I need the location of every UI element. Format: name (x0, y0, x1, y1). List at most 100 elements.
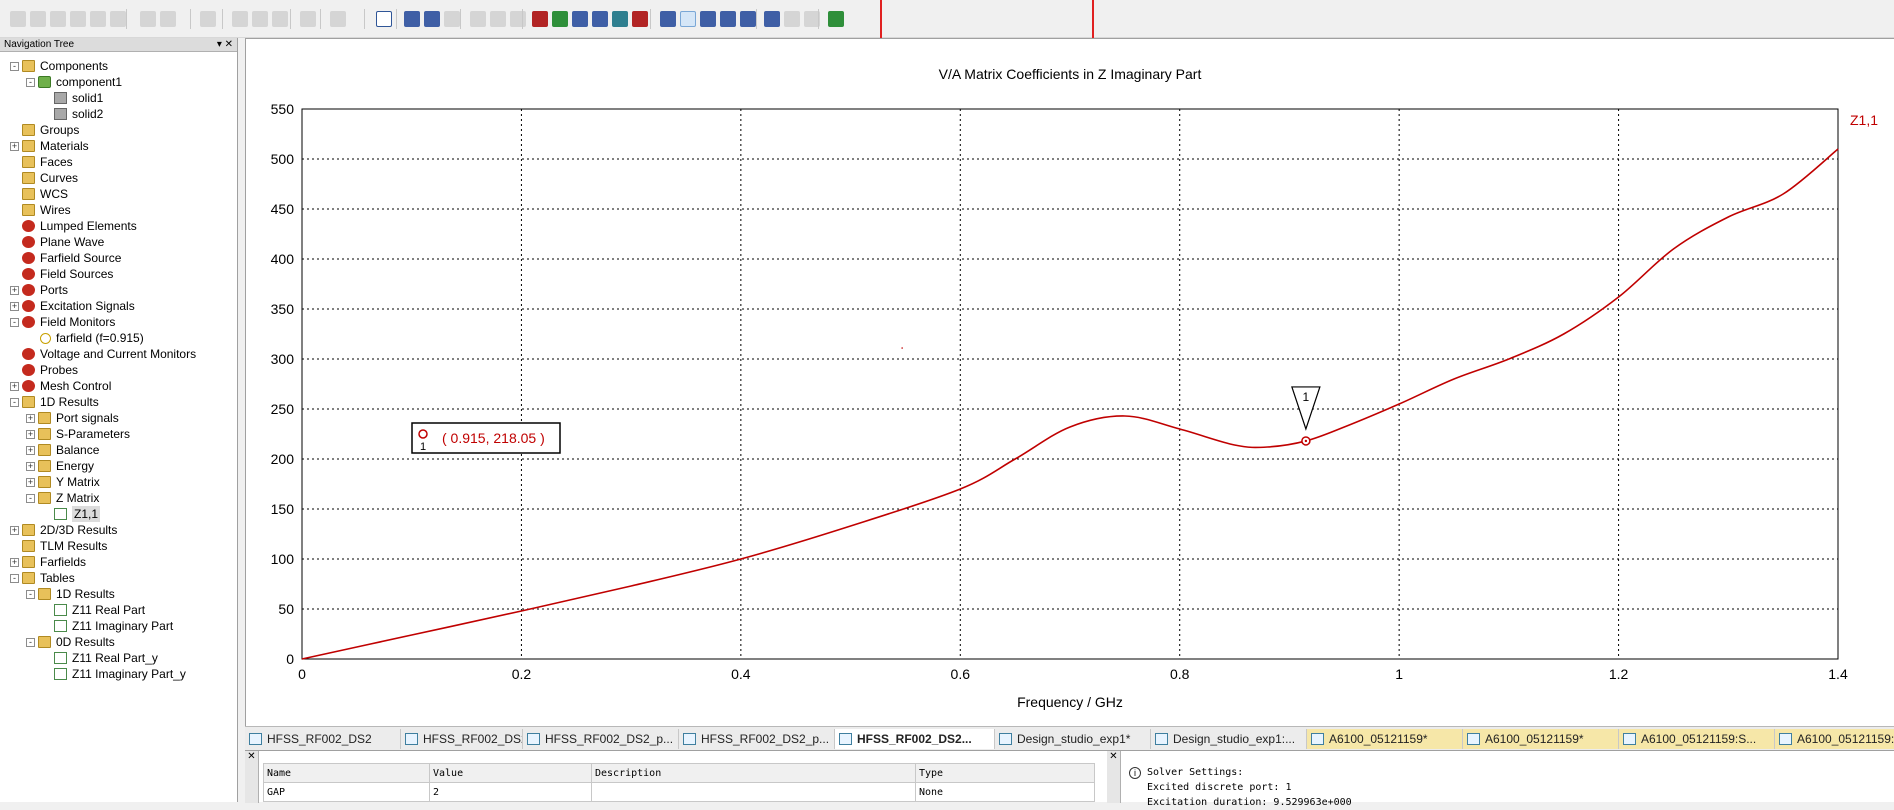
toolbar-button-icon[interactable] (632, 11, 648, 27)
toolbar-button-icon[interactable] (404, 11, 420, 27)
expand-icon[interactable]: + (10, 382, 19, 391)
document-tab[interactable]: HFSS_RF002_DS2... (835, 729, 995, 749)
document-tab[interactable]: A6100_05121159* (1307, 729, 1463, 749)
tree-item[interactable]: Z11 Imaginary Part (0, 618, 236, 634)
toolbar-button-icon[interactable] (828, 11, 844, 27)
document-tab[interactable]: HFSS_RF002_DS2_p... (523, 729, 679, 749)
toolbar-button-icon[interactable] (700, 11, 716, 27)
tree-item[interactable]: solid2 (0, 106, 236, 122)
tree-item[interactable]: + Farfields (0, 554, 236, 570)
col-value[interactable]: Value (429, 763, 592, 783)
col-type[interactable]: Type (915, 763, 1095, 783)
collapse-icon[interactable]: - (10, 574, 19, 583)
tree-item[interactable]: - Tables (0, 570, 236, 586)
expand-icon[interactable]: + (10, 142, 19, 151)
expand-icon[interactable]: + (26, 462, 35, 471)
plot-area[interactable]: V/A Matrix Coefficients in Z Imaginary P… (245, 38, 1894, 726)
toolbar-button-icon[interactable] (200, 11, 216, 27)
collapse-icon[interactable]: - (26, 494, 35, 503)
document-tab[interactable]: Design_studio_exp1* (995, 729, 1151, 749)
collapse-icon[interactable]: - (10, 318, 19, 327)
collapse-icon[interactable]: - (10, 62, 19, 71)
tree-item[interactable]: farfield (f=0.915) (0, 330, 236, 346)
tree-item[interactable]: + Materials (0, 138, 236, 154)
toolbar-button-icon[interactable] (680, 11, 696, 27)
toolbar-button-icon[interactable] (612, 11, 628, 27)
legend-entry[interactable]: Z1,1 (1850, 112, 1878, 128)
tree-item[interactable]: Field Sources (0, 266, 236, 282)
toolbar-button-icon[interactable] (330, 11, 346, 27)
toolbar-button-icon[interactable] (720, 11, 736, 27)
expand-icon[interactable]: + (26, 446, 35, 455)
params-panel-close[interactable]: ✕ (245, 751, 259, 803)
toolbar-button-icon[interactable] (592, 11, 608, 27)
collapse-icon[interactable]: - (10, 398, 19, 407)
tree-item[interactable]: Z1,1 (0, 506, 236, 522)
tree-item[interactable]: - component1 (0, 74, 236, 90)
toolbar-button-icon[interactable] (764, 11, 780, 27)
col-name[interactable]: Name (263, 763, 430, 783)
document-tab[interactable]: HFSS_RF002_DS2_p... (679, 729, 835, 749)
tree-item[interactable]: - 1D Results (0, 394, 236, 410)
tree-item[interactable]: Farfield Source (0, 250, 236, 266)
toolbar-button-icon[interactable] (252, 11, 268, 27)
toolbar-button-icon[interactable] (272, 11, 288, 27)
tree-item[interactable]: + Mesh Control (0, 378, 236, 394)
toolbar-button-icon[interactable] (30, 11, 46, 27)
tree-item[interactable]: Faces (0, 154, 236, 170)
tree-item[interactable]: TLM Results (0, 538, 236, 554)
tree-item[interactable]: + Ports (0, 282, 236, 298)
tree-item[interactable]: Plane Wave (0, 234, 236, 250)
tree-item[interactable]: - Components (0, 58, 236, 74)
tree-item[interactable]: + Energy (0, 458, 236, 474)
tree-item[interactable]: Probes (0, 362, 236, 378)
document-tab[interactable]: HFSS_RF002_DS2 (401, 729, 523, 749)
toolbar-button-icon[interactable] (160, 11, 176, 27)
toolbar-button-icon[interactable] (110, 11, 126, 27)
toolbar-button-icon[interactable] (444, 11, 460, 27)
collapse-icon[interactable]: - (26, 590, 35, 599)
expand-icon[interactable]: + (26, 414, 35, 423)
tree-item[interactable]: Lumped Elements (0, 218, 236, 234)
collapse-icon[interactable]: - (26, 638, 35, 647)
toolbar-button-icon[interactable] (532, 11, 548, 27)
document-tab[interactable]: A6100_05121159* (1463, 729, 1619, 749)
document-tab[interactable]: Design_studio_exp1:... (1151, 729, 1307, 749)
tree-item[interactable]: Curves (0, 170, 236, 186)
toolbar-button-icon[interactable] (232, 11, 248, 27)
cell-description[interactable] (591, 782, 916, 802)
expand-icon[interactable]: + (10, 286, 19, 295)
tree-item[interactable]: solid1 (0, 90, 236, 106)
tree-item[interactable]: - Z Matrix (0, 490, 236, 506)
series-line-z11[interactable] (301, 148, 1839, 660)
document-tab[interactable]: A6100_05121159:S... (1619, 729, 1775, 749)
tree-item[interactable]: + Excitation Signals (0, 298, 236, 314)
tree-item[interactable]: +2D/3D Results (0, 522, 236, 538)
tree-item[interactable]: + Port signals (0, 410, 236, 426)
document-tab[interactable]: A6100_05121159:1... (1775, 729, 1894, 749)
toolbar-button-icon[interactable] (300, 11, 316, 27)
expand-icon[interactable]: + (10, 558, 19, 567)
tree-item[interactable]: - 1D Results (0, 586, 236, 602)
expand-icon[interactable]: + (26, 478, 35, 487)
tree-item[interactable]: + Y Matrix (0, 474, 236, 490)
toolbar-button-icon[interactable] (424, 11, 440, 27)
table-row[interactable]: GAP 2 None (263, 782, 1095, 802)
toolbar-button-icon[interactable] (572, 11, 588, 27)
toolbar-button-icon[interactable] (470, 11, 486, 27)
cell-value[interactable]: 2 (429, 782, 592, 802)
expand-icon[interactable]: + (10, 526, 19, 535)
chart[interactable]: V/A Matrix Coefficients in Z Imaginary P… (246, 39, 1894, 727)
toolbar-button-icon[interactable] (784, 11, 800, 27)
toolbar-button-icon[interactable] (10, 11, 26, 27)
tree-item[interactable]: - 0D Results (0, 634, 236, 650)
toolbar-button-icon[interactable] (510, 11, 526, 27)
cell-name[interactable]: GAP (263, 782, 430, 802)
toolbar-button-icon[interactable] (552, 11, 568, 27)
tree-item[interactable]: Z11 Real Part_y (0, 650, 236, 666)
expand-icon[interactable]: + (10, 302, 19, 311)
nav-header-buttons[interactable]: ▾ ✕ (217, 38, 233, 51)
toolbar-button-icon[interactable] (90, 11, 106, 27)
toolbar-button-icon[interactable] (376, 11, 392, 27)
tree-item[interactable]: + Balance (0, 442, 236, 458)
